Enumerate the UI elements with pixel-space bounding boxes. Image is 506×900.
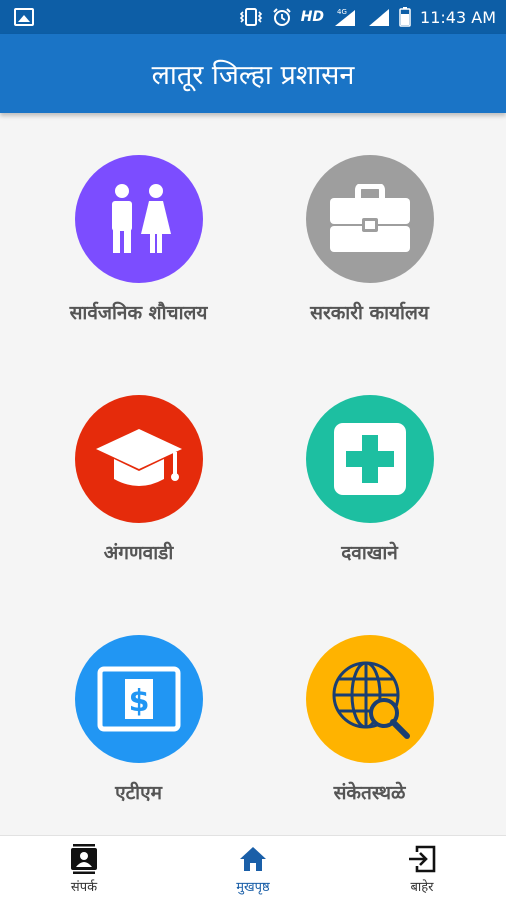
tile-icon-circle [74,155,203,283]
exit-icon [409,845,436,873]
tile-government-offices[interactable]: सरकारी कार्यालय [243,113,496,353]
nav-item-home[interactable]: मुखपृष्ठ [169,836,337,900]
tile-label: संकेतस्थळे [333,782,406,804]
gallery-notification-icon [14,8,34,26]
briefcase-icon [329,184,410,252]
tile-label: सरकारी कार्यालय [310,302,429,324]
web-search-icon [332,661,410,739]
medical-cross-icon [333,423,406,495]
tile-icon-circle [305,635,434,763]
tile-icon-circle [305,155,434,283]
status-bar: HD 4G 11:43 AM [0,0,506,34]
graduation-cap-icon [95,429,182,486]
alarm-icon [272,8,291,26]
status-icons: HD 4G 11:43 AM [239,6,496,28]
tile-icon-circle [305,395,434,523]
tile-anganwadi[interactable]: अंगणवाडी [12,353,265,593]
tile-label: दवाखाने [341,542,398,564]
svg-text:$: $ [128,684,149,719]
atm-icon: $ [97,666,180,732]
app-bar: लातूर जिल्हा प्रशासन [0,34,506,113]
nav-item-exit[interactable]: बाहेर [338,836,506,900]
tile-public-toilets[interactable]: सार्वजनिक शौचालय [12,113,265,353]
battery-icon [399,7,411,27]
tile-label: सार्वजनिक शौचालय [69,302,208,324]
nav-item-contacts[interactable]: संपर्क [0,836,168,900]
vibrate-icon [239,8,262,26]
tile-label: एटीएम [115,782,162,804]
nav-label: मुखपृष्ठ [236,880,270,895]
signal-4g-icon: 4G [335,8,356,26]
network-gen-label: 4G [337,8,347,16]
nav-label: बाहेर [410,880,434,895]
menu-grid: सार्वजनिक शौचालय सरकारी कार्यालय अंगणवाड… [0,113,506,835]
clock: 11:43 AM [420,7,496,27]
tile-dispensaries[interactable]: दवाखाने [243,353,496,593]
tile-icon-circle [74,395,203,523]
contacts-icon [71,844,97,874]
network-type-label: HD [300,9,325,25]
tile-websites[interactable]: संकेतस्थळे [243,593,496,833]
tile-label: अंगणवाडी [103,542,174,564]
tile-icon-circle: $ [74,635,203,763]
signal-icon [369,9,390,26]
restroom-icon [111,184,171,253]
app-title: लातूर जिल्हा प्रशासन [151,60,355,91]
nav-label: संपर्क [70,880,98,895]
home-icon [240,847,266,871]
bottom-nav: संपर्क मुखपृष्ठ बाहेर [0,835,506,900]
tile-atm[interactable]: $ एटीएम [12,593,265,833]
